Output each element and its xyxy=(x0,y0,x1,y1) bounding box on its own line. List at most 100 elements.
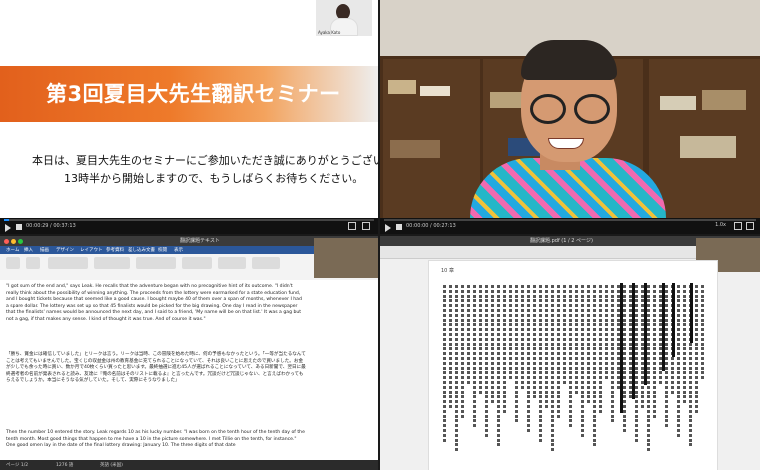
speaker-hair xyxy=(521,40,617,80)
video-controls: 00:00:29 / 00:37:13 xyxy=(0,218,378,234)
status-bar: ページ 1/2 1276 語 英語 (米国) xyxy=(0,460,378,470)
text-column xyxy=(455,285,458,453)
text-column xyxy=(539,285,542,443)
text-column xyxy=(449,285,452,410)
progress-track[interactable] xyxy=(4,219,374,221)
speaker-thumbnail[interactable] xyxy=(314,238,378,278)
paragraph-tools[interactable] xyxy=(94,257,130,269)
text-column xyxy=(653,285,656,419)
word-window-title: 翻訳課題テキスト xyxy=(180,238,220,244)
slide-title: 第3回夏目大先生翻訳セミナー xyxy=(46,82,341,106)
attendee-video-thumb[interactable]: Ayaka Kato xyxy=(316,0,372,36)
pdf-page[interactable]: 10 章 xyxy=(428,260,718,470)
text-column xyxy=(695,285,698,415)
word-window: 翻訳課題テキスト ホーム 挿入 描画 デザイン レイアウト 参考資料 差し込み文… xyxy=(0,236,378,470)
styles-gallery[interactable] xyxy=(136,257,176,269)
volume-icon[interactable] xyxy=(16,224,22,230)
text-column xyxy=(683,285,686,405)
video-controls: 00:00:00 / 00:27:13 1.0x xyxy=(380,218,760,234)
text-column xyxy=(701,285,704,381)
volume-icon[interactable] xyxy=(396,224,402,230)
text-column xyxy=(623,285,626,434)
paste-button[interactable] xyxy=(6,257,20,269)
fullscreen-icon[interactable] xyxy=(746,222,754,230)
slide-message-line2: 13時半から開始しますので、もうしばらくお待ちください。 xyxy=(64,172,364,185)
slide-message-line1: 本日は、夏目大先生のセミナーにご参加いただき誠にありがとうございます。 xyxy=(32,154,378,167)
text-column xyxy=(485,285,488,439)
tab-insert[interactable]: 挿入 xyxy=(24,247,33,253)
find-button[interactable] xyxy=(182,257,212,269)
fullscreen-icon[interactable] xyxy=(362,222,370,230)
speaker-smile xyxy=(548,138,584,149)
pdf-window: 翻訳課題.pdf (1 / 2 ページ) 10 章 xyxy=(380,236,760,470)
font-selector[interactable] xyxy=(48,257,88,269)
text-column xyxy=(545,285,548,410)
close-icon[interactable] xyxy=(4,239,9,244)
text-column xyxy=(611,285,614,424)
tab-review[interactable]: 校閲 xyxy=(158,247,167,253)
speaker-video: 00:00:00 / 00:27:13 1.0x xyxy=(380,0,760,234)
text-column xyxy=(593,285,596,448)
pdf-window-title: 翻訳課題.pdf (1 / 2 ページ) xyxy=(530,238,593,244)
tab-references[interactable]: 参考資料 xyxy=(106,247,124,253)
status-words: 1276 語 xyxy=(56,463,74,468)
text-column xyxy=(473,285,476,429)
text-column xyxy=(443,285,446,443)
text-column xyxy=(635,285,638,443)
text-column xyxy=(533,285,536,400)
highlight-mark xyxy=(672,283,675,357)
attendee-name: Ayaka Kato xyxy=(318,30,341,35)
paragraph-english-1: "I got sum of the end and," says Leak. H… xyxy=(6,284,302,322)
text-column xyxy=(527,285,530,434)
text-column xyxy=(467,285,470,386)
text-column xyxy=(515,285,518,424)
highlight-mark xyxy=(620,283,623,413)
tab-view[interactable]: 表示 xyxy=(174,247,183,253)
highlight-mark xyxy=(644,283,647,385)
tab-design[interactable]: デザイン xyxy=(56,247,74,253)
settings-icon[interactable] xyxy=(734,222,742,230)
text-column xyxy=(575,285,578,395)
paragraph-japanese: 「勝ち、賞金には確信していました」とリークは言う。リークは当時、この冒険を始めた… xyxy=(6,352,306,384)
glasses-left-lens xyxy=(530,94,566,124)
slide-title-band: 第3回夏目大先生翻訳セミナー xyxy=(0,66,378,122)
tab-draw[interactable]: 描画 xyxy=(40,247,49,253)
tab-mailings[interactable]: 差し込み文書 xyxy=(128,247,155,253)
zoom-icon[interactable] xyxy=(18,239,23,244)
settings-icon[interactable] xyxy=(348,222,356,230)
tab-home[interactable]: ホーム xyxy=(6,247,19,253)
glasses-right-lens xyxy=(574,94,610,124)
play-icon[interactable] xyxy=(385,224,391,232)
chapter-header: 10 章 xyxy=(441,268,454,274)
document-body[interactable]: "I got sum of the end and," says Leak. H… xyxy=(0,280,378,460)
paragraph-english-2: Then the number 10 entered the story. Le… xyxy=(6,430,305,449)
play-icon[interactable] xyxy=(5,224,11,232)
text-column xyxy=(587,285,590,405)
text-column xyxy=(569,285,572,429)
highlight-mark xyxy=(632,283,635,399)
text-column xyxy=(665,285,668,429)
highlight-mark xyxy=(690,283,693,343)
cut-button[interactable] xyxy=(26,257,40,269)
editor-button[interactable] xyxy=(252,257,280,269)
text-column xyxy=(599,285,602,415)
text-column xyxy=(461,285,464,419)
playback-speed[interactable]: 1.0x xyxy=(715,222,726,228)
text-column xyxy=(551,285,554,453)
text-column xyxy=(581,285,584,439)
text-column xyxy=(491,285,494,405)
status-page: ページ 1/2 xyxy=(6,463,29,468)
minimize-icon[interactable] xyxy=(11,239,16,244)
text-column xyxy=(479,285,482,395)
text-column xyxy=(563,285,566,386)
video-time: 00:00:00 / 00:27:13 xyxy=(406,223,456,229)
text-column xyxy=(509,285,512,381)
progress-track[interactable] xyxy=(384,219,756,221)
highlight-mark xyxy=(662,283,665,371)
dictate-button[interactable] xyxy=(218,257,246,269)
status-language: 英語 (米国) xyxy=(100,463,123,468)
video-time: 00:00:29 / 00:37:13 xyxy=(26,223,76,229)
text-column xyxy=(521,285,524,391)
slide-panel: Ayaka Kato 第3回夏目大先生翻訳セミナー 本日は、夏目大先生のセミナー… xyxy=(0,0,378,234)
tab-layout[interactable]: レイアウト xyxy=(80,247,103,253)
